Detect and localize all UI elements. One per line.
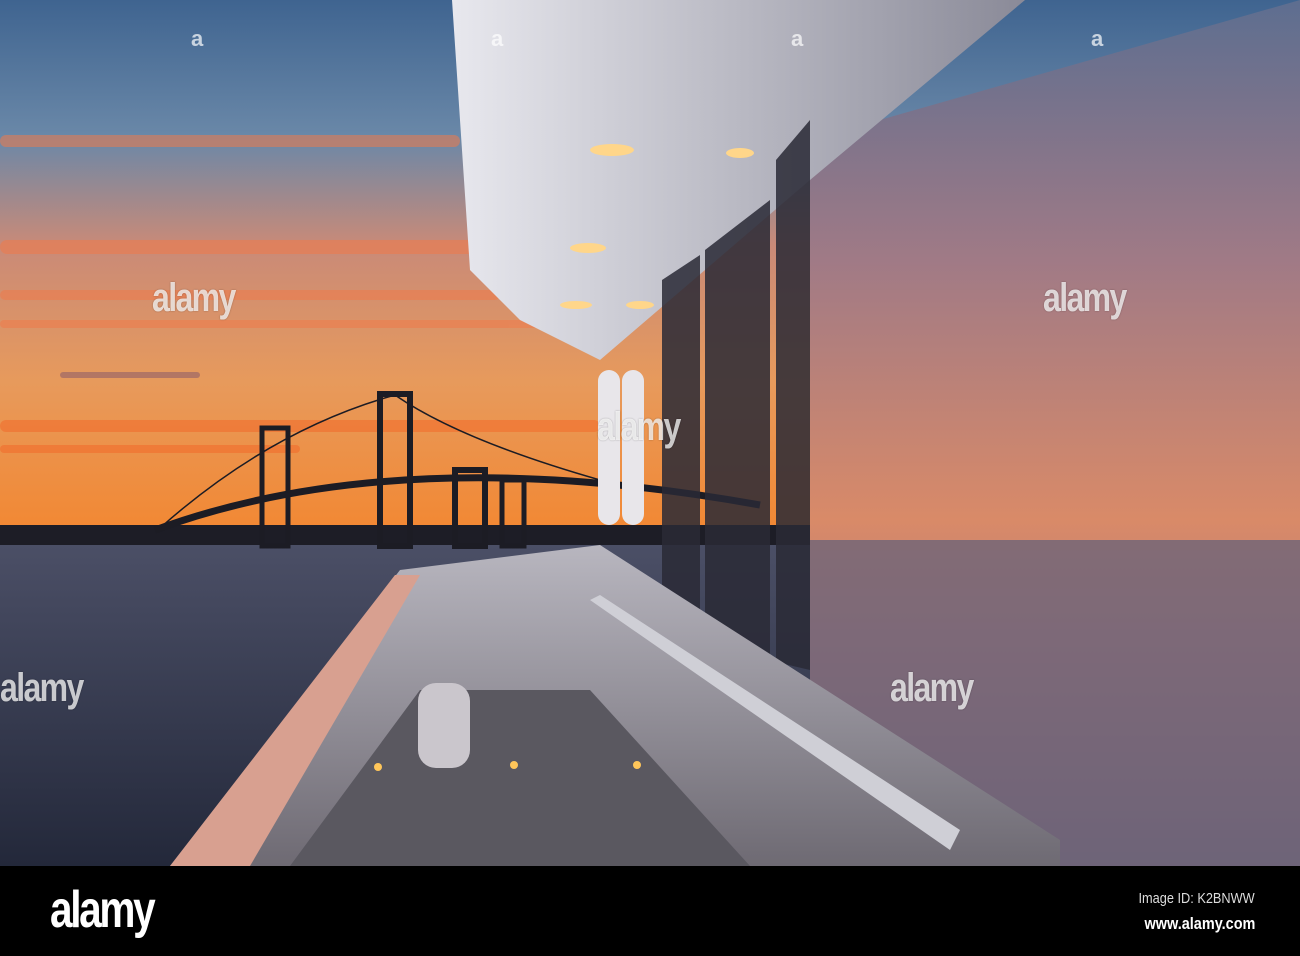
photo: a a a a alamy alamy alamy alamy alamy <box>0 0 1300 866</box>
watermark: alamy <box>1043 276 1127 320</box>
watermark: alamy <box>152 276 236 320</box>
site-url: www.alamy.com <box>1144 914 1255 933</box>
watermark: a <box>791 26 804 51</box>
watermark: alamy <box>890 666 974 710</box>
watermark: a <box>491 26 504 51</box>
alamy-logo: alamy <box>50 881 156 939</box>
watermark: alamy <box>0 666 84 710</box>
fender <box>418 683 470 768</box>
watermark: a <box>191 26 204 51</box>
image-id: Image ID: K2BNWW <box>1138 890 1255 907</box>
footer-bar: alamy Image ID: K2BNWW www.alamy.com <box>0 866 1300 956</box>
watermark: alamy <box>597 405 681 449</box>
watermark: a <box>1091 26 1104 51</box>
